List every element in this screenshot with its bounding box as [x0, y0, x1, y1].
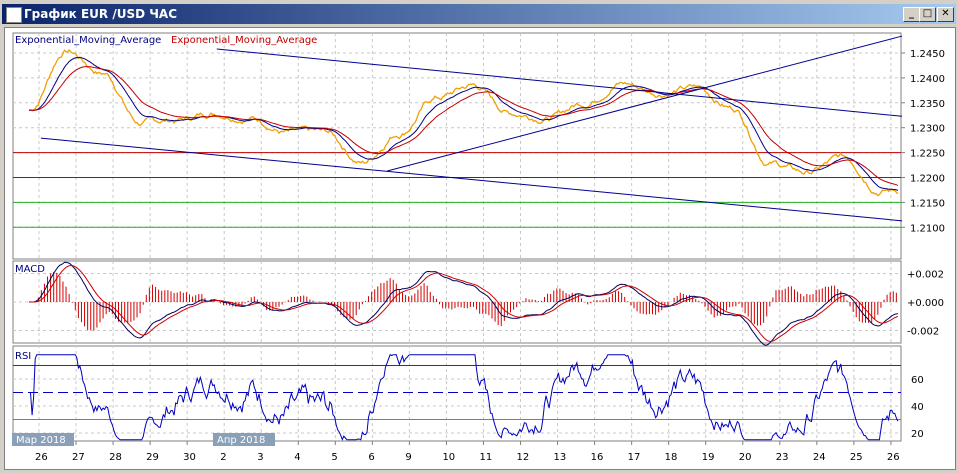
price-tick-label: 1.2200 [910, 174, 945, 185]
month-badge: Мар 2018 [12, 433, 74, 446]
date-label: 2 [220, 452, 226, 463]
price-tick-label: 1.2150 [910, 198, 945, 209]
date-label: 10 [442, 452, 455, 463]
chart-area[interactable]: 26 27 28 29 30 2 3 4 5 6 9 10 11 12 13 16 17 18 19 20 23 24 25… [4, 27, 956, 470]
trend-line [387, 35, 903, 172]
date-label: 6 [368, 452, 374, 463]
date-label: 11 [479, 452, 492, 463]
date-label: 26 [887, 452, 900, 463]
date-label: 27 [72, 452, 85, 463]
trend-line [216, 48, 903, 117]
ema-slow-line [29, 66, 899, 186]
date-label: 30 [183, 452, 196, 463]
panel-frame [12, 32, 902, 260]
date-label: 20 [739, 452, 752, 463]
date-label: 26 [35, 452, 48, 463]
rsi-tick-label: 60 [911, 375, 924, 386]
close-button[interactable]: ✕ [937, 7, 954, 22]
date-label: 29 [146, 452, 159, 463]
date-label: 25 [850, 452, 863, 463]
date-label: 19 [702, 452, 715, 463]
macd-line [28, 261, 898, 346]
rsi-line [29, 354, 899, 441]
date-label: 24 [813, 452, 826, 463]
date-label: 4 [294, 452, 300, 463]
date-label: 5 [331, 452, 337, 463]
maximize-button[interactable]: □ [919, 7, 936, 22]
date-label: 18 [665, 452, 678, 463]
rsi-tick-label: 20 [911, 429, 924, 440]
rsi-tick-label: 40 [911, 402, 924, 413]
month-badge: Апр 2018 [213, 433, 275, 446]
panel-frame [12, 345, 902, 442]
window-title: График EUR /USD ЧАС [24, 7, 178, 21]
svg-text:Апр 2018: Апр 2018 [217, 435, 265, 446]
date-label: 28 [109, 452, 122, 463]
ema-fast-legend: Exponential_Moving_Average [15, 35, 161, 46]
price-tick-label: 1.2100 [910, 223, 945, 234]
macd-tick-label: +0.002 [907, 270, 944, 281]
title-bar: График EUR /USD ЧАС _ □ ✕ [2, 4, 956, 24]
price-tick-label: 1.2300 [910, 124, 945, 135]
minimize-button[interactable]: _ [903, 7, 920, 22]
date-label: 3 [257, 452, 263, 463]
date-label: 13 [554, 452, 567, 463]
date-label: 23 [776, 452, 789, 463]
macd-label: MACD [15, 264, 45, 275]
date-label: 16 [591, 452, 604, 463]
price-tick-label: 1.2250 [910, 149, 945, 160]
chart-app-icon [6, 7, 22, 23]
rsi-label: RSI [15, 351, 31, 362]
price-tick-label: 1.2400 [910, 74, 945, 85]
date-label: 17 [628, 452, 641, 463]
date-label: 9 [405, 452, 411, 463]
macd-tick-label: +0.000 [907, 298, 944, 309]
svg-text:Мар 2018: Мар 2018 [16, 435, 66, 446]
trend-line [40, 137, 903, 222]
macd-tick-label: -0.002 [907, 327, 939, 338]
date-label: 12 [517, 452, 530, 463]
price-tick-label: 1.2350 [910, 99, 945, 110]
price-tick-label: 1.2450 [910, 49, 945, 60]
ema-slow-legend: Exponential_Moving_Average [171, 35, 317, 46]
